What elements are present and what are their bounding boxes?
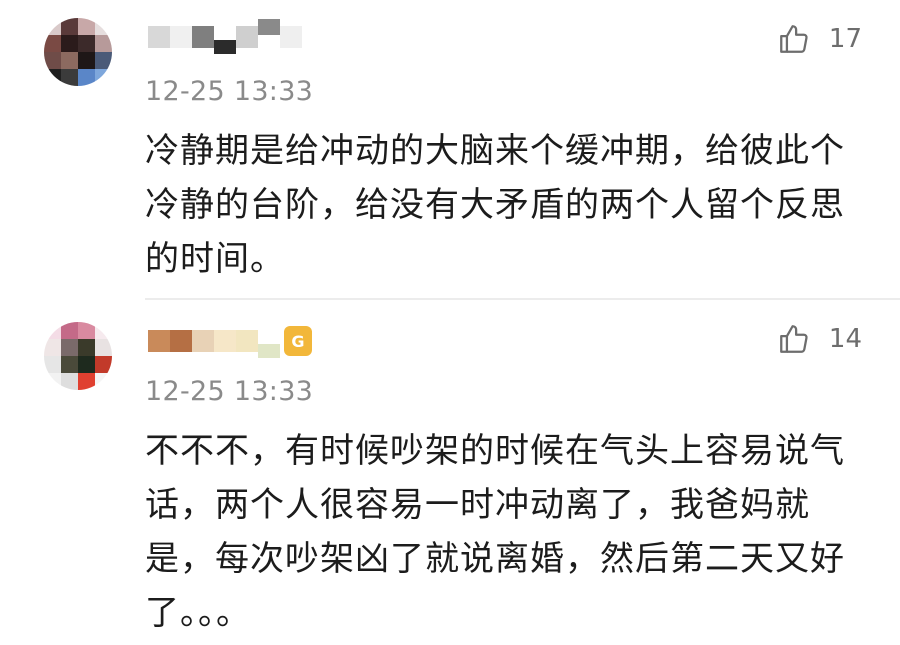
comment-item: 12-25 13:33 17 冷静期是给冲动的大脑来个缓冲期，给彼此个冷静的台阶… bbox=[0, 0, 900, 300]
thumbs-up-icon bbox=[780, 25, 808, 53]
comment-text: 不不不，有时候吵架的时候在气头上容易说气话，两个人很容易一时冲动离了，我爸妈就是… bbox=[145, 431, 845, 633]
thumbs-up-icon bbox=[780, 325, 808, 353]
timestamp: 12-25 13:33 bbox=[145, 376, 314, 407]
username-pixelated[interactable] bbox=[148, 14, 302, 60]
avatar[interactable] bbox=[44, 18, 112, 86]
timestamp: 12-25 13:33 bbox=[145, 76, 314, 107]
like-button[interactable]: 14 bbox=[777, 322, 862, 356]
comment-item: G 12-25 13:33 14 不不不，有时候吵架的时候在气头上容易说气话，两… bbox=[0, 300, 900, 645]
like-count: 17 bbox=[828, 24, 862, 54]
like-button[interactable]: 17 bbox=[777, 22, 862, 56]
comment-text: 冷静期是给冲动的大脑来个缓冲期，给彼此个冷静的台阶，给没有大矛盾的两个人留个反思… bbox=[145, 131, 845, 279]
username-pixelated[interactable]: G bbox=[148, 318, 312, 364]
vip-badge-icon: G bbox=[284, 326, 312, 356]
like-count: 14 bbox=[828, 324, 862, 354]
avatar[interactable] bbox=[44, 322, 112, 390]
